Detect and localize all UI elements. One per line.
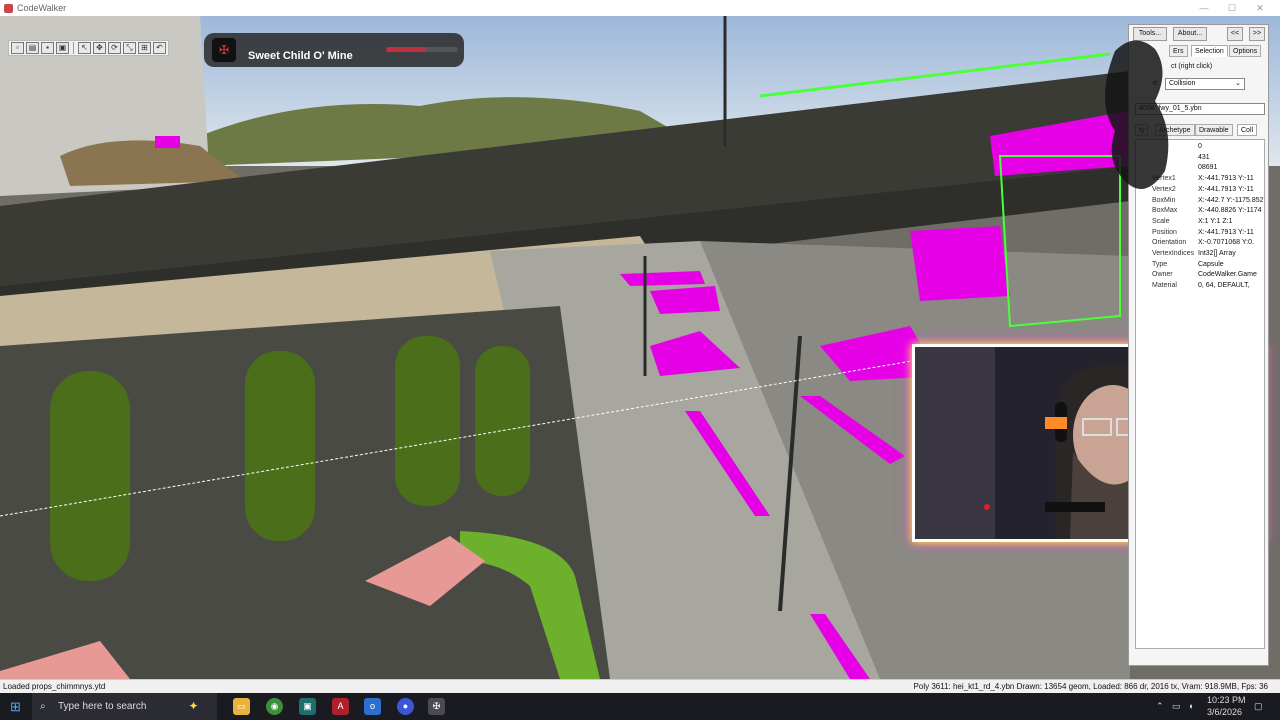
property-row[interactable]: Position X:-441.7913 Y:-11 — [1136, 228, 1264, 238]
property-row[interactable]: BoxMax X:-440.8826 Y:-1174 — [1136, 206, 1264, 216]
tab-selection[interactable]: Selection — [1191, 45, 1228, 57]
status-right: Poly 3611: hei_kt1_rd_4.ybn Drawn: 13654… — [913, 682, 1268, 691]
copilot-sparkle-icon[interactable]: ✦ — [185, 698, 202, 715]
tray-chevron-icon[interactable]: ⌃ — [1156, 701, 1164, 712]
pointer-icon[interactable]: ↖ — [78, 42, 91, 54]
rotate-icon[interactable]: ⟳ — [108, 42, 121, 54]
mode-select[interactable]: Collision ⌄ — [1165, 78, 1245, 90]
save-icon[interactable]: ▪ — [41, 42, 54, 54]
mascot-silhouette — [1105, 40, 1169, 189]
property-row[interactable]: Type Capsule — [1136, 260, 1264, 270]
property-key: Material — [1152, 282, 1177, 290]
property-value: X:1 Y:1 Z:1 — [1198, 217, 1233, 225]
album-art-icon: ✠ — [212, 38, 236, 62]
minimize-button[interactable]: — — [1190, 0, 1218, 16]
property-value: 0 — [1198, 143, 1202, 150]
property-value: Int32[] Array — [1198, 250, 1236, 257]
window-titlebar: CodeWalker — ☐ ✕ — [0, 0, 1280, 16]
about-button[interactable]: About... — [1173, 27, 1207, 41]
codewalker-taskbar-icon[interactable]: ✠ — [428, 698, 445, 715]
save-all-icon[interactable]: ▣ — [56, 42, 69, 54]
chevron-down-icon: ⌄ — [1235, 80, 1241, 87]
tab-options[interactable]: Options — [1229, 45, 1262, 57]
notifications-icon[interactable]: ▢ — [1254, 701, 1263, 712]
close-button[interactable]: ✕ — [1246, 0, 1274, 16]
undo-icon[interactable]: ↶ — [153, 42, 166, 54]
property-key: Type — [1152, 260, 1168, 268]
property-row[interactable]: Owner CodeWalker.Game — [1136, 270, 1264, 280]
properties-panel: Tools... About... << >> Ers Selection Op… — [1105, 24, 1269, 666]
property-row[interactable]: Material 0, 64, DEFAULT, — [1136, 281, 1264, 291]
viewport-toolbar: ▫ ▤ ▪ ▣ ↖ ✥ ⟳ ⤡ ⊞ ↶ — [8, 40, 169, 56]
property-value: 431 — [1198, 153, 1210, 161]
viewport-3d[interactable]: ▫ ▤ ▪ ▣ ↖ ✥ ⟳ ⤡ ⊞ ↶ ✠ Sweet Child O' Min… — [0, 16, 1280, 679]
tray-volume-icon[interactable]: ◖ — [1188, 701, 1193, 711]
property-key: BoxMax — [1152, 207, 1178, 215]
codewalker-icon — [4, 3, 13, 13]
app-blue-icon[interactable]: ● — [397, 698, 414, 715]
property-value: X:-441.7913 Y:-11 — [1198, 228, 1254, 236]
property-value: X:-441.7913 Y:-11 — [1198, 185, 1254, 193]
collapse-left-button[interactable]: << — [1227, 27, 1243, 41]
tray-network-icon[interactable]: ▭ — [1172, 701, 1181, 712]
property-value: X:-442.7 Y:-1175.852 — [1198, 196, 1264, 204]
scale-icon[interactable]: ⤡ — [123, 42, 136, 54]
property-row[interactable]: VertexIndices Int32[] Array — [1136, 249, 1264, 259]
property-value: X:-0.7071068 Y:0. — [1198, 239, 1254, 247]
property-value: 08691 — [1198, 164, 1218, 172]
property-key: Position — [1152, 228, 1177, 236]
new-icon[interactable]: ▫ — [11, 42, 24, 54]
outlook-icon[interactable]: o — [364, 698, 381, 715]
app-red-a-icon[interactable]: A — [332, 698, 349, 715]
song-title: Sweet Child O' Mine — [248, 50, 353, 62]
property-value: 0, 64, DEFAULT, — [1198, 282, 1250, 290]
windows-start-icon[interactable]: ⊞ — [7, 698, 24, 715]
property-value: Capsule — [1198, 260, 1224, 268]
open-icon[interactable]: ▤ — [26, 42, 39, 54]
song-progress — [386, 47, 458, 52]
property-key: Owner — [1152, 271, 1173, 279]
taskbar: ⊞ ⌕ Type here to search ✦ ▭ ◉ ▣ A o ● ✠ … — [0, 693, 1280, 720]
status-left: Loaded props_chimmnys.ytd — [3, 682, 106, 691]
property-key: Orientation — [1152, 239, 1187, 247]
property-value: X:-441.7913 Y:-11 — [1198, 175, 1254, 183]
status-bar: Loaded props_chimmnys.ytd Poly 3611: hei… — [0, 679, 1280, 693]
property-row[interactable]: Orientation X:-0.7071068 Y:0. — [1136, 238, 1264, 248]
subtab-collision[interactable]: Coll — [1237, 124, 1258, 136]
property-key: Scale — [1152, 217, 1170, 225]
search-icon: ⌕ — [40, 701, 46, 712]
window-title: CodeWalker — [17, 3, 67, 13]
property-value: CodeWalker.Game — [1198, 271, 1257, 279]
app-teal-icon[interactable]: ▣ — [299, 698, 316, 715]
maximize-button[interactable]: ☐ — [1218, 0, 1246, 16]
property-key: VertexIndices — [1152, 250, 1195, 257]
property-grid[interactable]: 0 431 08691 Vertex1 X:-441.7913 Y:-11 Vertex2… — [1135, 139, 1265, 649]
selection-hint: ct (right click) — [1171, 63, 1213, 70]
snap-icon[interactable]: ⊞ — [138, 42, 151, 54]
collapse-right-button[interactable]: >> — [1249, 27, 1265, 41]
now-playing-widget: ✠ Sweet Child O' Mine — [204, 33, 464, 67]
file-explorer-icon[interactable]: ▭ — [233, 698, 250, 715]
subtab-drawable[interactable]: Drawable — [1195, 124, 1233, 136]
move-icon[interactable]: ✥ — [93, 42, 106, 54]
clock-date[interactable]: 3/6/2026 — [1207, 707, 1242, 717]
property-value: X:-440.8826 Y:-1174 — [1198, 207, 1262, 215]
property-row[interactable]: Scale X:1 Y:1 Z:1 — [1136, 217, 1264, 227]
chrome-icon[interactable]: ◉ — [266, 698, 283, 715]
clock-time[interactable]: 10:23 PM — [1207, 695, 1246, 705]
